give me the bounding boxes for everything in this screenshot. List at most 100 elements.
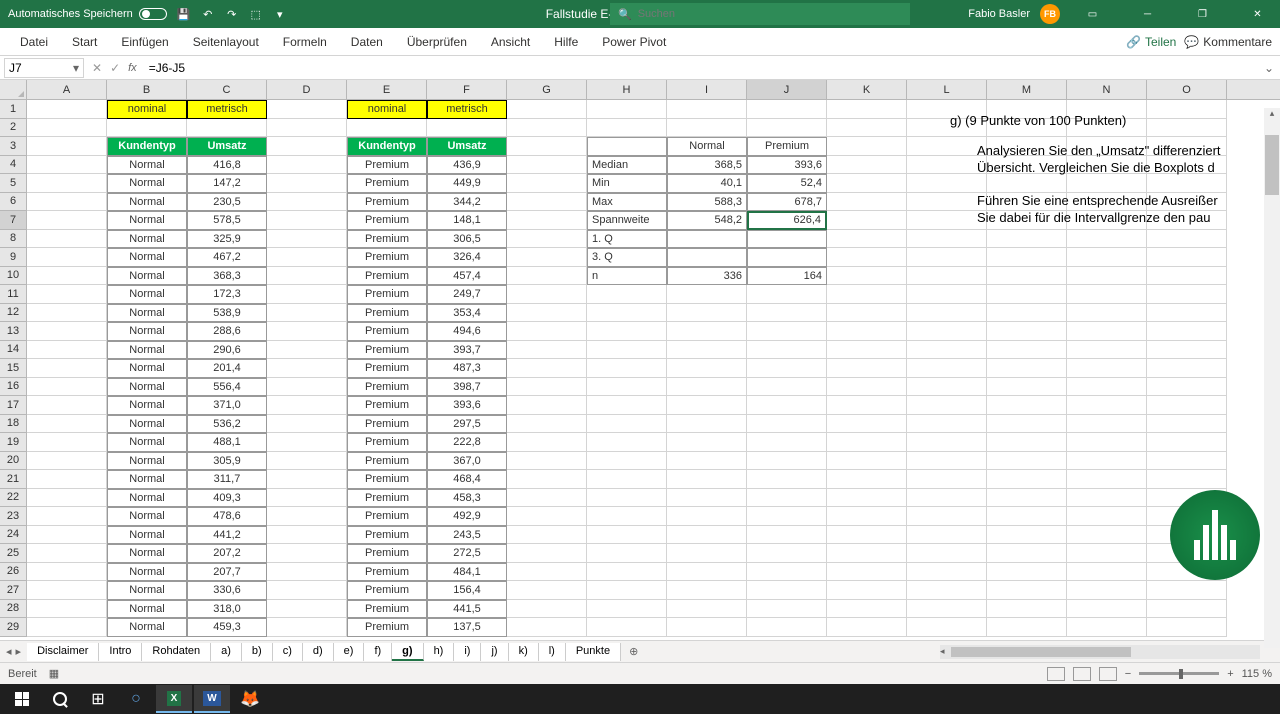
cell-B4[interactable]: Normal [107,156,187,175]
row-header[interactable]: 26 [0,563,27,582]
cell-O21[interactable] [1147,470,1227,489]
cell-K8[interactable] [827,230,907,249]
row-header[interactable]: 1 [0,100,27,119]
cell-C20[interactable]: 305,9 [187,452,267,471]
cell-F1[interactable]: metrisch [427,100,507,119]
cell-B15[interactable]: Normal [107,359,187,378]
cell-O10[interactable] [1147,267,1227,286]
cell-F20[interactable]: 367,0 [427,452,507,471]
cell-B27[interactable]: Normal [107,581,187,600]
expand-formula-icon[interactable]: ⌄ [1258,61,1280,75]
cell-K29[interactable] [827,618,907,637]
cell-A11[interactable] [27,285,107,304]
cell-C16[interactable]: 556,4 [187,378,267,397]
row-header[interactable]: 28 [0,600,27,619]
cell-J2[interactable] [747,119,827,138]
cell-H27[interactable] [587,581,667,600]
row-header[interactable]: 18 [0,415,27,434]
cell-N20[interactable] [1067,452,1147,471]
cell-F7[interactable]: 148,1 [427,211,507,230]
column-header-N[interactable]: N [1067,80,1147,99]
cell-D6[interactable] [267,193,347,212]
cell-C1[interactable]: metrisch [187,100,267,119]
cell-E5[interactable]: Premium [347,174,427,193]
cell-G20[interactable] [507,452,587,471]
row-header[interactable]: 10 [0,267,27,286]
cell-B18[interactable]: Normal [107,415,187,434]
cell-K18[interactable] [827,415,907,434]
cell-H26[interactable] [587,563,667,582]
cell-A29[interactable] [27,618,107,637]
cell-J19[interactable] [747,433,827,452]
cell-A25[interactable] [27,544,107,563]
column-header-I[interactable]: I [667,80,747,99]
cell-F27[interactable]: 156,4 [427,581,507,600]
cell-K27[interactable] [827,581,907,600]
sheet-tab[interactable]: k) [509,643,539,661]
cell-B6[interactable]: Normal [107,193,187,212]
cell-C12[interactable]: 538,9 [187,304,267,323]
cell-F24[interactable]: 243,5 [427,526,507,545]
cell-D11[interactable] [267,285,347,304]
vertical-scrollbar[interactable]: ▴ [1264,108,1280,648]
cell-D28[interactable] [267,600,347,619]
cell-G29[interactable] [507,618,587,637]
taskbar-app-icon[interactable]: ○ [118,685,154,713]
cell-B17[interactable]: Normal [107,396,187,415]
cell-N16[interactable] [1067,378,1147,397]
taskbar-search-icon[interactable] [42,685,78,713]
cell-K28[interactable] [827,600,907,619]
row-header[interactable]: 22 [0,489,27,508]
row-header[interactable]: 4 [0,156,27,175]
cell-C18[interactable]: 536,2 [187,415,267,434]
cell-C8[interactable]: 325,9 [187,230,267,249]
cell-I18[interactable] [667,415,747,434]
row-header[interactable]: 14 [0,341,27,360]
cell-E20[interactable]: Premium [347,452,427,471]
cell-E26[interactable]: Premium [347,563,427,582]
cell-M26[interactable] [987,563,1067,582]
cell-G16[interactable] [507,378,587,397]
cell-J6[interactable]: 678,7 [747,193,827,212]
row-header[interactable]: 15 [0,359,27,378]
row-header[interactable]: 3 [0,137,27,156]
cell-H24[interactable] [587,526,667,545]
cell-A18[interactable] [27,415,107,434]
cell-A1[interactable] [27,100,107,119]
cell-E22[interactable]: Premium [347,489,427,508]
cell-H22[interactable] [587,489,667,508]
cell-N24[interactable] [1067,526,1147,545]
cell-O18[interactable] [1147,415,1227,434]
cell-E7[interactable]: Premium [347,211,427,230]
cell-L7[interactable] [907,211,987,230]
cell-N9[interactable] [1067,248,1147,267]
cell-O20[interactable] [1147,452,1227,471]
cell-D5[interactable] [267,174,347,193]
cell-A12[interactable] [27,304,107,323]
cell-N10[interactable] [1067,267,1147,286]
close-button[interactable]: ✕ [1235,0,1280,28]
cell-C27[interactable]: 330,6 [187,581,267,600]
cell-I8[interactable] [667,230,747,249]
cell-E17[interactable]: Premium [347,396,427,415]
cell-F4[interactable]: 436,9 [427,156,507,175]
cell-I15[interactable] [667,359,747,378]
cell-E28[interactable]: Premium [347,600,427,619]
cell-H12[interactable] [587,304,667,323]
cell-L16[interactable] [907,378,987,397]
column-header-B[interactable]: B [107,80,187,99]
cell-B25[interactable]: Normal [107,544,187,563]
cell-O29[interactable] [1147,618,1227,637]
row-header[interactable]: 27 [0,581,27,600]
cell-G4[interactable] [507,156,587,175]
task-view-icon[interactable]: ⊞ [80,685,116,713]
sheet-tab[interactable]: Disclaimer [27,643,99,661]
sheet-tab[interactable]: d) [303,643,334,661]
cell-H13[interactable] [587,322,667,341]
cell-O11[interactable] [1147,285,1227,304]
cell-I11[interactable] [667,285,747,304]
sheet-nav-prev-icon[interactable]: ◂ [6,645,12,658]
cell-D9[interactable] [267,248,347,267]
cell-D24[interactable] [267,526,347,545]
ribbon-display-icon[interactable]: ▭ [1070,0,1115,28]
